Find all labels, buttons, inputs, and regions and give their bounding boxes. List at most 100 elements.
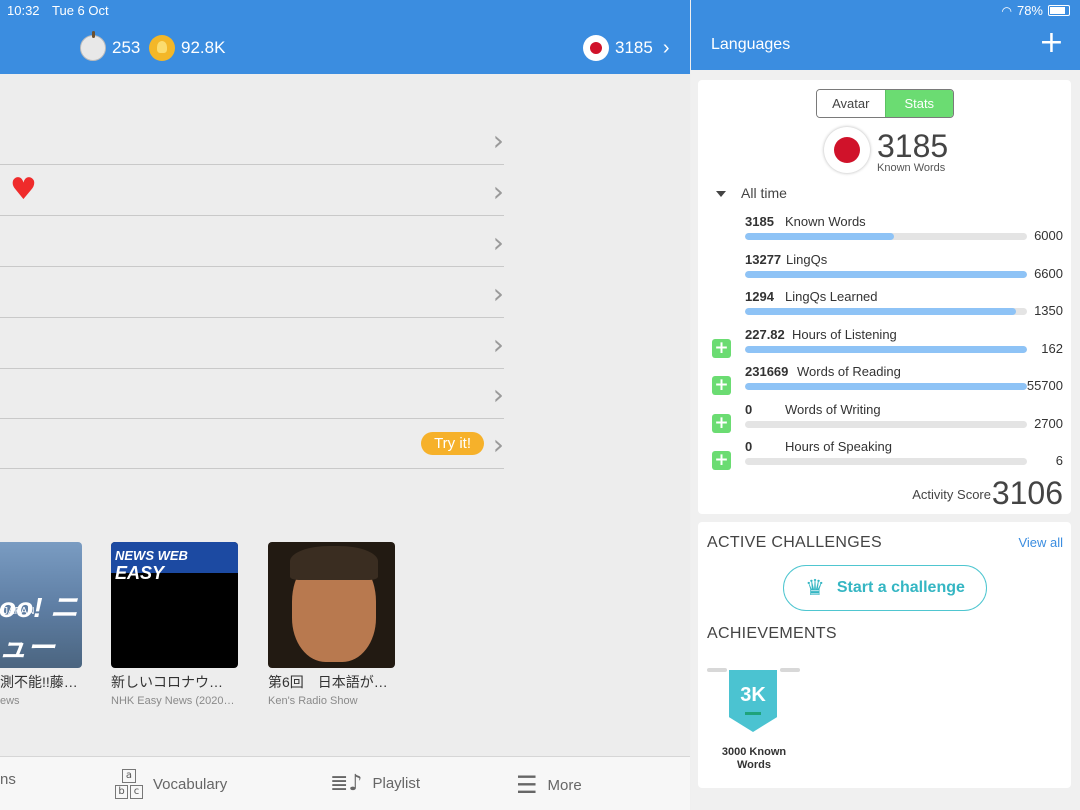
apples-stat[interactable]: 253 — [80, 31, 141, 62]
icon-letter: a — [122, 769, 136, 783]
stat-label: Hours of Speaking — [785, 439, 892, 454]
view-all-link[interactable]: View all — [1018, 535, 1063, 550]
segment-stats[interactable]: Stats — [884, 90, 953, 117]
add-activity-button[interactable]: + — [712, 338, 731, 358]
progress-track — [745, 383, 1027, 390]
known-words-total: 3185 — [877, 128, 949, 164]
add-activity-button[interactable]: + — [712, 376, 731, 395]
lesson-card[interactable]: oo! ニュー JAPAN 測不能!!藤… ews — [0, 542, 82, 707]
lesson-source: ews — [0, 695, 20, 707]
chevron-right-icon: › — [492, 328, 504, 361]
tab-label: Vocabulary — [153, 775, 228, 793]
menu-row-3[interactable]: › — [0, 216, 504, 267]
achievements-title: ACHIEVEMENTS — [707, 625, 837, 642]
triangle-down-icon — [716, 191, 726, 198]
challenges-card: ACTIVE CHALLENGES View all ♛ Start a cha… — [698, 522, 1071, 788]
menu-row-4[interactable]: › — [0, 267, 504, 318]
thumbnail-logo-part: NEWS WEB — [115, 548, 188, 563]
lesson-card[interactable]: NEWS WEB EASY 新しいコロナウ… NHK Easy News (20… — [111, 542, 238, 707]
chevron-right-icon: › — [492, 175, 504, 208]
lesson-title: 測不能!!藤… — [0, 674, 78, 690]
coins-count: 92.8K — [181, 38, 226, 57]
battery-percent: 78% — [1016, 3, 1043, 18]
add-language-button[interactable]: + — [1039, 28, 1064, 58]
stat-row: 1294 LingQs Learned 1350 — [698, 289, 1071, 326]
lesson-thumbnail: NEWS WEB EASY — [111, 542, 238, 668]
tab-playlist[interactable]: ≣♪ Playlist — [330, 771, 420, 796]
avatar-stats-toggle: Avatar Stats — [816, 89, 954, 118]
thumbnail-logo-easy: EASY — [115, 563, 165, 583]
heart-icon: ♥ — [10, 172, 37, 207]
menu-row-favorites[interactable]: ♥ › — [0, 165, 504, 216]
badge-ribbon-left — [707, 668, 727, 672]
tab-more[interactable]: ☰ More — [516, 771, 582, 799]
icon-letter: b — [115, 785, 128, 799]
badge-arrow — [745, 712, 761, 715]
activity-score-label: Activity Score — [912, 487, 991, 502]
active-challenges-title: ACTIVE CHALLENGES — [707, 534, 882, 551]
progress-track — [745, 308, 1027, 315]
tab-label: More — [547, 776, 582, 794]
coins-stat[interactable]: 92.8K — [149, 34, 225, 62]
segment-avatar[interactable]: Avatar — [817, 90, 885, 117]
abc-blocks-icon: a b c — [115, 769, 143, 799]
start-challenge-button[interactable]: ♛ Start a challenge — [783, 565, 987, 611]
lesson-source: Ken's Radio Show — [268, 695, 358, 707]
stat-value: 0 — [745, 439, 753, 454]
menu-row-try-it[interactable]: Try it! › — [0, 418, 504, 469]
badge-label: 3000 Known Words — [721, 746, 787, 771]
progress-fill — [745, 233, 895, 240]
progress-track — [745, 420, 1027, 428]
try-it-button[interactable]: Try it! — [421, 432, 484, 455]
menu-row-5[interactable]: › — [0, 318, 504, 369]
stat-value: 1294 — [745, 289, 774, 304]
hamburger-menu-icon: ☰ — [516, 771, 538, 799]
thumbnail-logo-text: oo! ニュー — [0, 592, 79, 663]
lesson-card[interactable]: 第6回 日本語が… Ken's Radio Show — [268, 542, 395, 707]
badge-shield-icon: 3K — [729, 670, 777, 732]
playlist-music-icon: ≣♪ — [330, 771, 363, 796]
stat-row: 3185 Known Words 6000 — [698, 214, 1071, 251]
menu-row-1[interactable]: › — [0, 114, 504, 165]
lesson-thumbnail — [268, 542, 395, 668]
badge-text: 3K — [740, 684, 766, 706]
period-label: All time — [741, 185, 787, 201]
start-challenge-label: Start a challenge — [836, 579, 965, 596]
chevron-right-icon: › — [492, 277, 504, 310]
activity-score-value: 3106 — [991, 475, 1063, 511]
progress-track — [745, 458, 1027, 465]
add-activity-button[interactable]: + — [712, 451, 731, 470]
chevron-right-icon: › — [492, 378, 504, 411]
stat-label: Hours of Listening — [792, 326, 897, 342]
panel-title: Languages — [711, 36, 791, 53]
apples-count: 253 — [112, 38, 141, 57]
known-words-caption: Known Words — [877, 162, 946, 174]
progress-fill — [745, 270, 1027, 278]
tab-lessons[interactable]: ns — [0, 771, 16, 788]
chevron-right-icon: › — [492, 124, 504, 157]
tab-vocabulary[interactable]: a b c Vocabulary — [115, 769, 227, 799]
menu-row-6[interactable]: › — [0, 368, 504, 419]
period-selector[interactable]: All time — [716, 185, 787, 201]
progress-track — [745, 270, 1027, 278]
main-pane: 10:32 Tue 6 Oct 253 92.8K 3185 › › ♥ › ›… — [0, 0, 690, 810]
stat-label: LingQs — [786, 251, 828, 267]
stat-goal: 162 — [1041, 340, 1063, 356]
stat-label: LingQs Learned — [785, 289, 878, 304]
wifi-icon: ◠ — [1001, 3, 1012, 18]
tab-label: Playlist — [372, 775, 420, 792]
status-date: Tue 6 Oct — [52, 3, 109, 18]
stat-goal: 2700 — [1034, 415, 1063, 431]
stat-label: Words of Writing — [785, 401, 881, 417]
languages-panel: ◠ 78% Languages + Avatar Stats 3185 Know… — [691, 0, 1080, 810]
language-stat-button[interactable]: 3185 › — [583, 34, 670, 62]
stat-row: +231669 Words of Reading 55700 — [698, 364, 1071, 401]
stat-goal: 55700 — [1026, 378, 1063, 393]
lesson-title: 新しいコロナウ… — [111, 674, 223, 690]
known-words-count: 3185 — [615, 38, 653, 57]
add-activity-button[interactable]: + — [712, 413, 731, 433]
progress-fill — [745, 308, 1016, 315]
thumbnail-sub-text: JAPAN — [3, 606, 35, 617]
icon-letter: c — [130, 785, 143, 799]
chevron-right-icon: › — [492, 428, 504, 461]
